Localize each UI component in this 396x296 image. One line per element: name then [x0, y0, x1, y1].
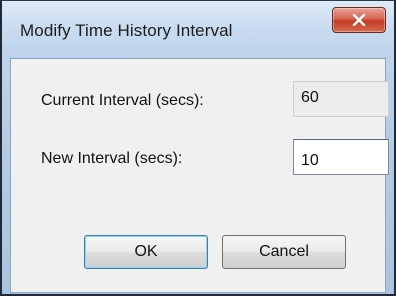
current-interval-value: 60	[293, 81, 389, 117]
ok-button[interactable]: OK	[84, 235, 208, 269]
close-icon	[352, 14, 366, 26]
new-interval-label: New Interval (secs):	[41, 150, 183, 167]
title-bar[interactable]: Modify Time History Interval	[2, 1, 394, 59]
dialog-title: Modify Time History Interval	[20, 21, 233, 40]
cancel-button[interactable]: Cancel	[222, 235, 346, 269]
current-interval-label: Current Interval (secs):	[41, 92, 204, 109]
dialog-window: Modify Time History Interval Current Int…	[0, 0, 396, 296]
dialog-body: Current Interval (secs): 60 New Interval…	[10, 58, 389, 293]
close-button[interactable]	[332, 7, 386, 33]
new-interval-input[interactable]	[293, 139, 389, 175]
